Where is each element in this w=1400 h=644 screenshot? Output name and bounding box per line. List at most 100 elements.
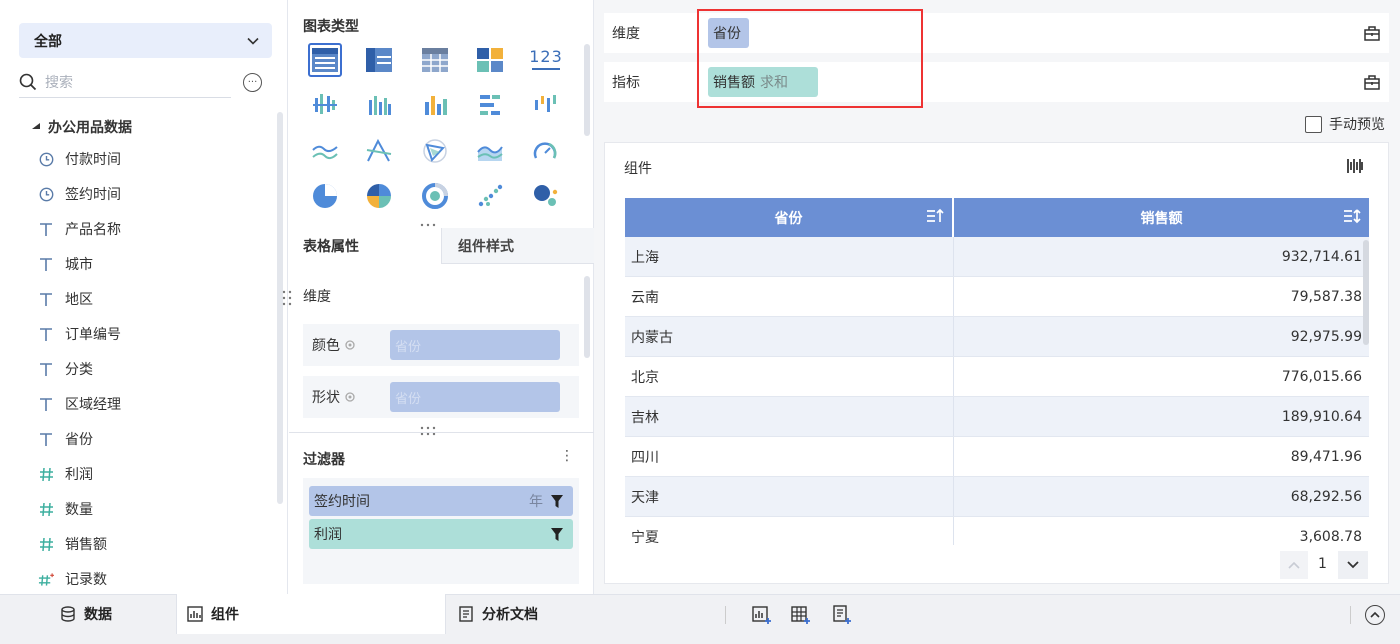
field-item[interactable]: 省份: [38, 427, 93, 451]
bottom-tab-analysis-doc[interactable]: 分析文档: [458, 594, 538, 634]
group-table-icon: [366, 48, 392, 72]
tree-root-office-data[interactable]: 办公用品数据: [32, 117, 132, 137]
chart-type-multi-pie[interactable]: [362, 179, 396, 213]
table-row[interactable]: 宁夏 3,608.78: [625, 517, 1369, 545]
waterfall-icon: [535, 95, 556, 112]
field-item[interactable]: 产品名称: [38, 217, 121, 241]
cell-sales: 189,910.64: [1281, 408, 1362, 425]
table-row[interactable]: 天津 68,292.56: [625, 477, 1369, 517]
column-header-label: 销售额: [1140, 210, 1183, 227]
properties-scrollbar[interactable]: [584, 276, 590, 358]
metric-shelf-clear-button[interactable]: [1362, 72, 1382, 92]
field-item[interactable]: 城市: [38, 252, 93, 276]
database-icon: [61, 606, 75, 622]
manual-preview-checkbox[interactable]: 手动预览: [1305, 114, 1385, 134]
chart-type-detail-table[interactable]: [308, 43, 342, 77]
chart-type-cross-table[interactable]: [418, 43, 452, 77]
filter-title: 过滤器: [303, 452, 345, 468]
search-input[interactable]: 搜索: [45, 72, 73, 92]
field-item[interactable]: 记录数: [38, 567, 107, 591]
sort-icon[interactable]: [926, 208, 944, 224]
funnel-icon[interactable]: [551, 494, 563, 508]
page-up-button[interactable]: [1280, 551, 1308, 579]
component-settings-button[interactable]: [1346, 157, 1364, 179]
column-header-sales[interactable]: 销售额: [954, 198, 1369, 237]
panel-resize-handle-icon[interactable]: [282, 290, 292, 306]
table-row[interactable]: 吉林 189,910.64: [625, 397, 1369, 437]
chart-type-donut[interactable]: [418, 179, 452, 213]
table-row[interactable]: 云南 79,587.38: [625, 277, 1369, 317]
field-item-label: 记录数: [65, 572, 107, 588]
field-type-icon: [38, 431, 54, 447]
chart-type-area[interactable]: [473, 134, 507, 168]
field-type-icon: [38, 326, 54, 342]
field-item[interactable]: 签约时间: [38, 182, 121, 206]
shape-drop-field[interactable]: 省份: [390, 382, 560, 412]
field-item[interactable]: 数量: [38, 497, 93, 521]
chevron-down-icon: [1347, 561, 1359, 569]
filter-more-icon[interactable]: ⋮: [560, 448, 574, 464]
color-drop-field[interactable]: 省份: [390, 330, 560, 360]
add-crosstab-button[interactable]: [790, 604, 812, 626]
field-item[interactable]: 分类: [38, 357, 93, 381]
more-options-icon[interactable]: ···: [243, 73, 262, 92]
dimension-shelf-clear-button[interactable]: [1362, 23, 1382, 43]
shape-drop-placeholder: 省份: [395, 391, 422, 407]
chart-type-grouped-bar[interactable]: [308, 88, 342, 122]
table-scrollbar[interactable]: [1363, 240, 1369, 345]
field-item[interactable]: 订单编号: [38, 322, 121, 346]
table-row[interactable]: 内蒙古 92,975.99: [625, 317, 1369, 357]
chart-type-scrollbar[interactable]: [584, 44, 590, 136]
number-type-icon: [39, 537, 53, 551]
field-item[interactable]: 地区: [38, 287, 93, 311]
chart-type-waterfall[interactable]: [528, 88, 562, 122]
sort-icon[interactable]: [1343, 208, 1361, 224]
number-type-icon: [39, 502, 53, 516]
multi-pie-icon: [367, 184, 391, 208]
chart-type-line[interactable]: [308, 134, 342, 168]
field-search[interactable]: 搜索: [19, 66, 231, 98]
collapse-bar-button[interactable]: [1365, 605, 1385, 625]
field-type-icon: [38, 151, 54, 167]
table-row[interactable]: 上海 932,714.61: [625, 237, 1369, 277]
chart-type-number[interactable]: 123: [528, 43, 564, 77]
data-table: 省份 销售额 上海 932,714.61 云南 79,587.38 内蒙古 92,975.…: [625, 198, 1369, 545]
table-row[interactable]: 北京 776,015.66: [625, 357, 1369, 397]
chart-type-gauge[interactable]: [528, 134, 562, 168]
chart-type-pie[interactable]: [308, 179, 342, 213]
add-document-button[interactable]: [831, 604, 853, 626]
field-list-scrollbar[interactable]: [277, 112, 283, 504]
add-component-button[interactable]: [751, 604, 773, 626]
chart-type-column[interactable]: [362, 88, 396, 122]
tab-table-properties[interactable]: 表格属性: [289, 228, 441, 264]
funnel-icon[interactable]: [551, 527, 563, 541]
field-item[interactable]: 区域经理: [38, 392, 121, 416]
cell-province: 云南: [625, 277, 954, 316]
chart-type-group-table[interactable]: [362, 43, 396, 77]
chart-type-scatter[interactable]: [473, 179, 507, 213]
filter-item-sign-time[interactable]: 签约时间 年: [309, 486, 573, 516]
chart-type-radar[interactable]: [418, 134, 452, 168]
datasource-select[interactable]: 全部: [19, 23, 272, 58]
bottom-tab-data[interactable]: 数据: [60, 594, 112, 634]
tab-component-style[interactable]: 组件样式: [441, 228, 594, 264]
filter-item-profit[interactable]: 利润: [309, 519, 573, 549]
checkbox-box[interactable]: [1305, 115, 1322, 133]
chart-type-radar-line[interactable]: [362, 134, 396, 168]
table-row[interactable]: 四川 89,471.96: [625, 437, 1369, 477]
settings-gear-icon[interactable]: [344, 339, 356, 351]
settings-gear-icon[interactable]: [344, 391, 356, 403]
chart-type-bubble[interactable]: [528, 179, 562, 213]
add-chart-icon: [752, 606, 771, 624]
chart-type-kpi-board[interactable]: [473, 43, 507, 77]
column-header-province[interactable]: 省份: [625, 198, 954, 237]
bottom-tab-component[interactable]: 组件: [176, 594, 446, 634]
chart-type-bar[interactable]: [473, 88, 507, 122]
chart-type-multi-column[interactable]: [418, 88, 452, 122]
field-item[interactable]: 利润: [38, 462, 93, 486]
field-item[interactable]: 付款时间: [38, 147, 121, 171]
cell-sales: 79,587.38: [1290, 288, 1362, 305]
field-item[interactable]: 销售额: [38, 532, 107, 556]
page-down-button[interactable]: [1338, 551, 1368, 579]
column-chart-icon: [369, 96, 391, 115]
